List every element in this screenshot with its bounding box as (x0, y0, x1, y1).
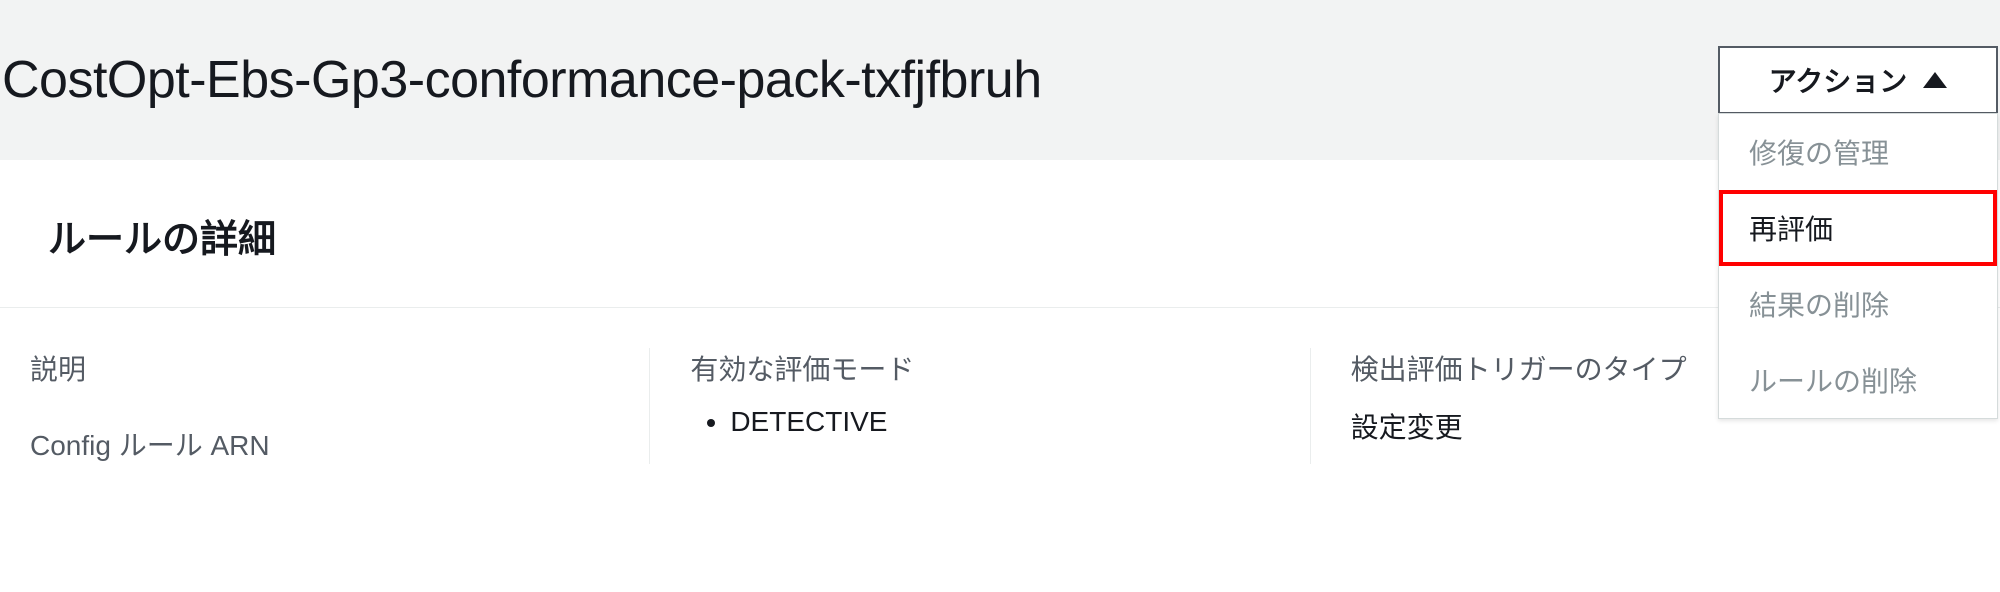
arn-label: Config ルール ARN (30, 424, 649, 464)
dropdown-item-delete-results[interactable]: 結果の削除 (1719, 266, 1997, 342)
evaluation-mode-label: 有効な評価モード (690, 348, 1309, 388)
dropdown-item-delete-rule[interactable]: ルールの削除 (1719, 342, 1997, 418)
actions-dropdown-menu: 修復の管理 再評価 結果の削除 ルールの削除 (1718, 113, 1998, 419)
rule-details-section: ルールの詳細 説明 Config ルール ARN 有効な評価モード DETECT… (0, 164, 2000, 484)
evaluation-mode-list: DETECTIVE (690, 406, 1309, 438)
details-grid: 説明 Config ルール ARN 有効な評価モード DETECTIVE 検出評… (0, 308, 2000, 484)
dropdown-item-manage-remediation[interactable]: 修復の管理 (1719, 114, 1997, 190)
chevron-up-icon (1923, 72, 1947, 88)
description-label: 説明 (30, 348, 649, 388)
details-col-1: 説明 Config ルール ARN (30, 348, 649, 464)
header-region: CostOpt-Ebs-Gp3-conformance-pack-txfjfbr… (0, 0, 2000, 160)
actions-button[interactable]: アクション (1718, 46, 1998, 114)
evaluation-mode-value: DETECTIVE (730, 406, 1309, 438)
actions-button-label: アクション (1769, 60, 1908, 100)
actions-wrapper: アクション 修復の管理 再評価 結果の削除 ルールの削除 (1718, 46, 1998, 419)
page-title: CostOpt-Ebs-Gp3-conformance-pack-txfjfbr… (2, 50, 1042, 110)
dropdown-item-reevaluate[interactable]: 再評価 (1719, 190, 1997, 266)
section-title: ルールの詳細 (0, 164, 2000, 308)
details-col-2: 有効な評価モード DETECTIVE (649, 348, 1309, 464)
